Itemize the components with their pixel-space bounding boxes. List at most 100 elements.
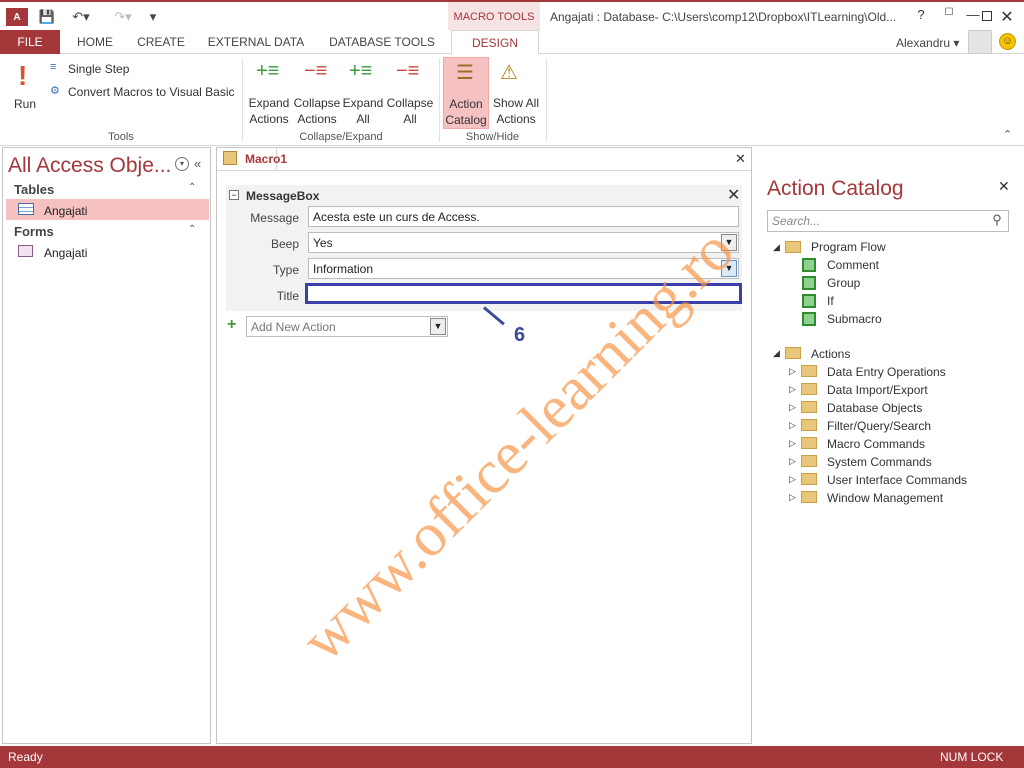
tab-home[interactable]: HOME [68,30,122,54]
tree-program-flow[interactable]: Program Flow [811,240,886,254]
catalog-search-input[interactable]: Search... [767,210,1009,232]
avatar[interactable] [968,30,992,54]
table-icon [18,203,34,215]
close-window-button[interactable]: ✕ [996,7,1018,27]
tree-folder[interactable]: User Interface Commands [827,473,967,487]
tab-divider [217,170,751,171]
title-input[interactable] [305,283,742,304]
ribbon-display-options-icon[interactable]: ☐ [938,7,960,27]
tree-folder[interactable]: System Commands [827,455,932,469]
collapse-all-icon: −≡ [396,60,420,82]
collapsed-arrow-icon[interactable]: ▷ [789,456,799,467]
action-catalog-icon: ☰ [456,62,474,84]
show-all-actions-button[interactable]: Show All Actions [490,95,542,127]
show-all-actions-icon: ⚠ [500,62,518,84]
tab-create[interactable]: CREATE [130,30,192,54]
collapsed-arrow-icon[interactable]: ▷ [789,474,799,485]
collapse-ribbon-icon[interactable]: ⌃ [1003,128,1012,141]
nav-dropdown-icon[interactable]: ▾ [175,157,189,171]
expand-actions-button[interactable]: Expand Actions [246,95,292,127]
collapsed-arrow-icon[interactable]: ▷ [789,402,799,413]
collapse-group-icon[interactable]: ⌃ [188,182,196,193]
tree-actions[interactable]: Actions [811,347,850,361]
action-name: MessageBox [246,189,320,203]
customize-qat-icon[interactable]: ▾ [144,8,162,26]
tree-folder[interactable]: Data Import/Export [827,383,928,397]
nav-item-label: Angajati [44,204,88,218]
action-catalog-title: Action Catalog [767,177,904,200]
close-catalog-icon[interactable]: ✕ [998,178,1010,195]
folder-icon [801,437,817,449]
redo-icon[interactable]: ↷▾ [108,8,138,26]
tree-folder[interactable]: Window Management [827,491,943,505]
collapsed-arrow-icon[interactable]: ▷ [789,492,799,503]
access-app-icon[interactable]: A [6,8,28,26]
collapsed-arrow-icon[interactable]: ▷ [789,366,799,377]
macro-tools-context-label: MACRO TOOLS [448,2,540,32]
expand-arrow-icon[interactable]: ◢ [773,348,783,359]
folder-icon [801,491,817,503]
nav-pane-title[interactable]: All Access Obje... [8,154,171,178]
folder-icon [801,383,817,395]
type-select[interactable]: Information [308,258,739,279]
tree-folder[interactable]: Macro Commands [827,437,925,451]
convert-macros-button[interactable]: Convert Macros to Visual Basic [68,84,235,100]
expand-all-button[interactable]: Expand All [342,95,384,127]
collapse-group-icon[interactable]: ⌃ [188,224,196,235]
undo-icon[interactable]: ↶▾ [66,8,96,26]
tab-file[interactable]: FILE [0,30,60,54]
tab-external-data[interactable]: EXTERNAL DATA [200,30,312,54]
expand-arrow-icon[interactable]: ◢ [773,242,783,253]
chevron-down-icon[interactable]: ▼ [430,318,446,335]
group-divider [546,58,547,142]
tree-item-group[interactable]: Group [827,276,860,290]
collapsed-arrow-icon[interactable]: ▷ [789,384,799,395]
ribbon-tabs: FILE HOME CREATE EXTERNAL DATA DATABASE … [0,30,1024,55]
smiley-feedback-icon[interactable]: ☺ [999,33,1016,50]
user-name[interactable]: Alexandru ▾ [896,36,959,50]
tree-folder[interactable]: Database Objects [827,401,922,415]
nav-group-forms[interactable]: Forms [14,224,54,239]
collapse-action-icon[interactable]: − [229,190,239,200]
delete-action-icon[interactable]: ✕ [727,185,740,205]
title-label: Title [276,289,299,303]
tab-design[interactable]: DESIGN [451,30,539,55]
expand-actions-icon: +≡ [256,60,280,82]
collapse-all-button[interactable]: Collapse All [385,95,435,127]
chevron-down-icon[interactable]: ▼ [721,234,737,251]
document-tab-label: Macro1 [245,152,288,166]
tree-folder[interactable]: Data Entry Operations [827,365,946,379]
form-icon [18,245,33,257]
folder-icon [785,241,801,253]
collapse-actions-button[interactable]: Collapse Actions [292,95,342,127]
document-tab[interactable]: Macro1 [217,148,287,170]
maximize-button[interactable] [968,7,992,27]
beep-select[interactable]: Yes [308,232,739,253]
search-icon[interactable]: ⚲ [987,212,1007,230]
single-step-button[interactable]: Single Step [68,61,129,77]
save-icon[interactable]: 💾 [38,8,56,26]
tree-item-if[interactable]: If [827,294,834,308]
close-document-icon[interactable]: ✕ [735,151,746,167]
folder-icon [785,347,801,359]
tree-folder[interactable]: Filter/Query/Search [827,419,931,433]
tree-item-submacro[interactable]: Submacro [827,312,882,326]
add-new-action-select[interactable]: Add New Action [246,316,448,337]
collapsed-arrow-icon[interactable]: ▷ [789,420,799,431]
message-label: Message [250,211,299,225]
ribbon: ! Run ≡ Single Step ⚙ Convert Macros to … [0,54,1024,146]
collapsed-arrow-icon[interactable]: ▷ [789,438,799,449]
shutter-bar-icon[interactable]: « [194,156,201,171]
message-input[interactable]: Acesta este un curs de Access. [308,206,739,227]
run-button[interactable]: Run [10,96,40,112]
nav-item-table-selected[interactable] [6,199,209,220]
tab-database-tools[interactable]: DATABASE TOOLS [322,30,442,54]
if-icon [802,294,816,308]
nav-group-tables[interactable]: Tables [14,182,54,197]
tree-item-comment[interactable]: Comment [827,258,879,272]
action-catalog-button[interactable]: ☰ Action Catalog [443,57,489,129]
help-button[interactable]: ? [910,7,932,27]
title-bar: A 💾 ↶▾ ↷▾ ▾ MACRO TOOLS Angajati : Datab… [0,0,1024,32]
chevron-down-icon[interactable]: ▼ [721,260,737,277]
nav-item-form[interactable]: Angajati [44,246,87,260]
